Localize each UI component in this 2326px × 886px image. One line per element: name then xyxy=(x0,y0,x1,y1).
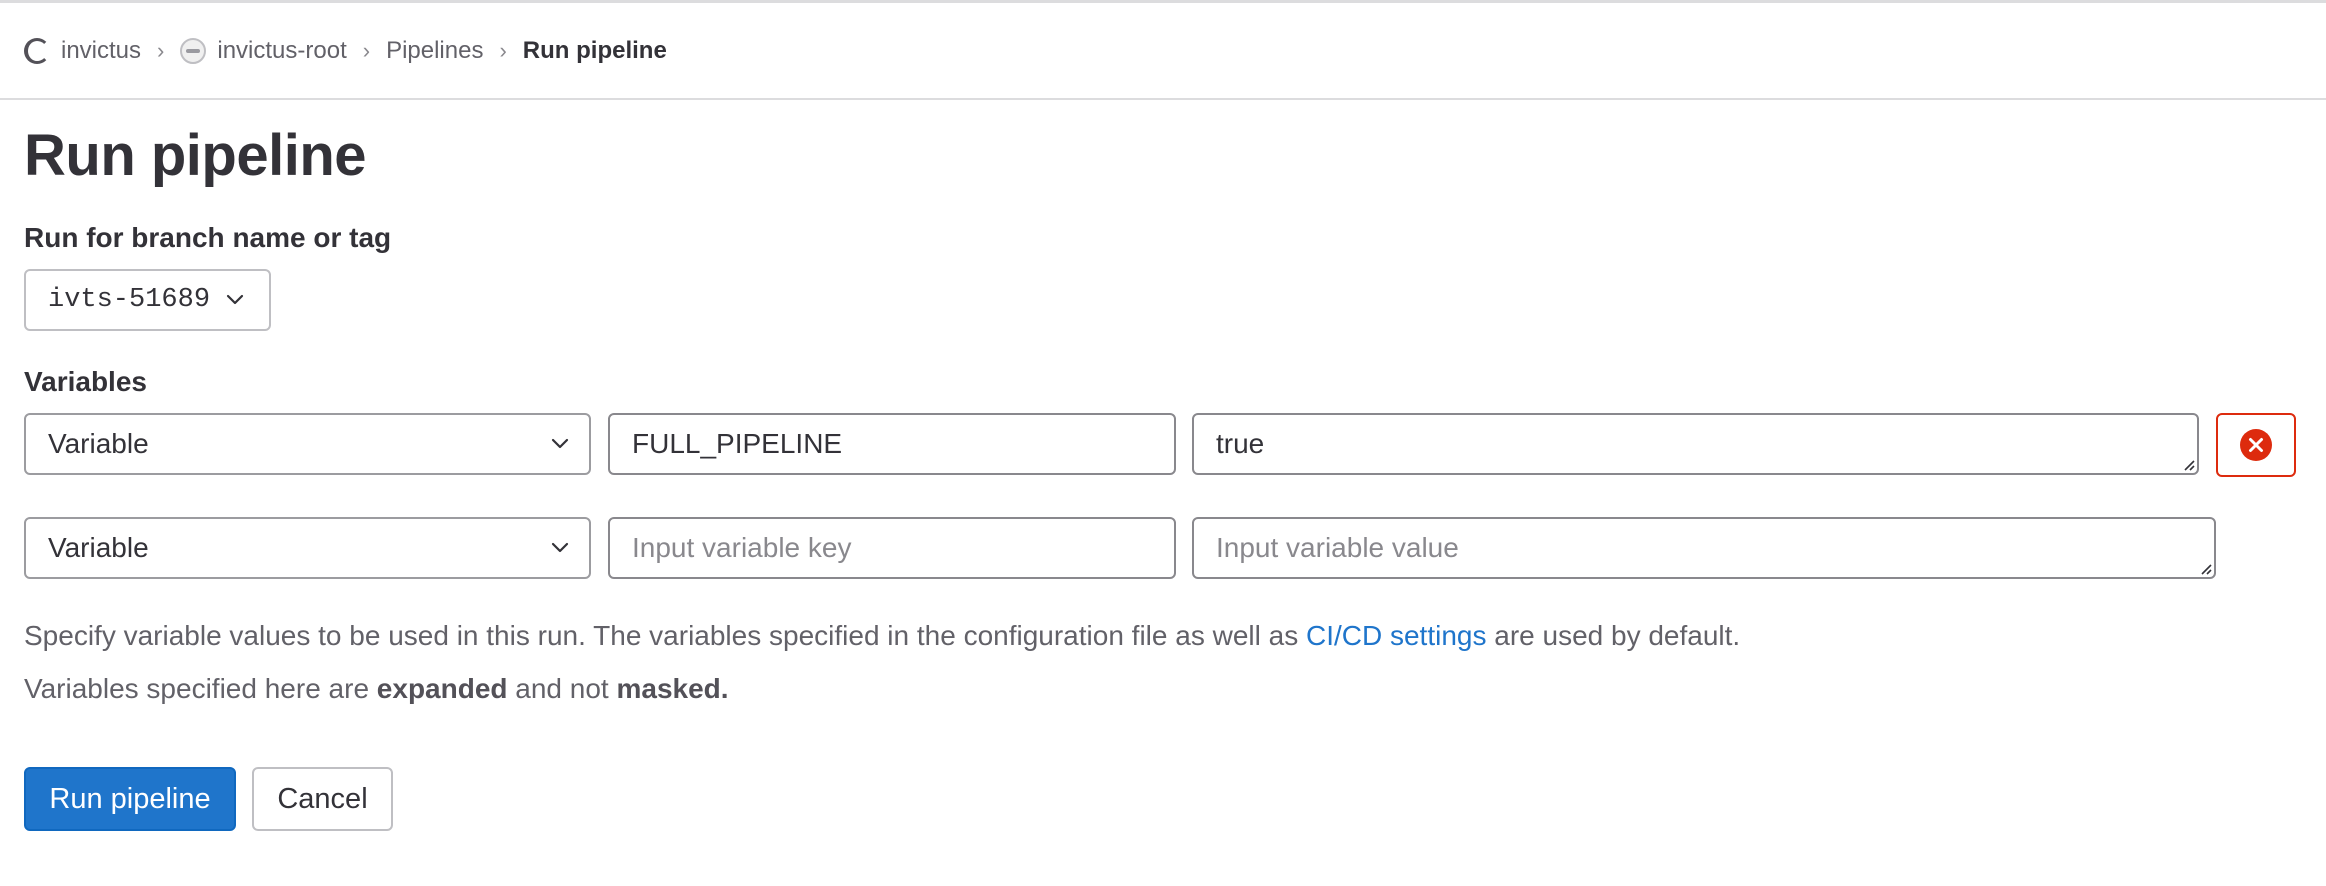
breadcrumb-item-run-pipeline[interactable]: Run pipeline xyxy=(523,37,667,65)
chevron-right-icon: › xyxy=(157,38,165,63)
breadcrumb-label: Pipelines xyxy=(386,37,484,64)
variable-key-input[interactable]: Input variable key xyxy=(608,517,1176,579)
cicd-settings-link[interactable]: CI/CD settings xyxy=(1306,620,1487,651)
resize-handle-icon[interactable] xyxy=(2198,561,2212,575)
breadcrumb-item-pipelines[interactable]: Pipelines xyxy=(386,37,483,65)
help-text-line-1: Specify variable values to be used in th… xyxy=(24,620,1740,652)
chevron-right-icon: › xyxy=(499,38,507,63)
chevron-down-icon xyxy=(549,433,571,455)
breadcrumb-item-invictus[interactable]: invictus xyxy=(24,37,141,65)
help-text-line-2: Variables specified here are expanded an… xyxy=(24,673,729,705)
variable-type-value: Variable xyxy=(48,428,149,459)
variable-value-textarea[interactable]: true xyxy=(1192,413,2199,475)
page-title: Run pipeline xyxy=(24,123,367,188)
variable-key-input[interactable]: FULL_PIPELINE xyxy=(608,413,1176,475)
variables-label: Variables xyxy=(24,366,147,397)
chevron-down-icon xyxy=(226,285,244,315)
variable-key-value: FULL_PIPELINE xyxy=(632,428,843,459)
help-text: Variables specified here are xyxy=(24,673,377,704)
variable-key-placeholder: Input variable key xyxy=(632,532,852,563)
branch-selected-value: ivts-51689 xyxy=(48,285,211,315)
group-avatar-icon xyxy=(24,38,50,64)
variable-type-select[interactable]: Variable xyxy=(24,517,591,579)
cancel-button[interactable]: Cancel xyxy=(252,767,393,831)
branch-dropdown[interactable]: ivts-51689 xyxy=(24,269,271,331)
help-text: Specify variable values to be used in th… xyxy=(24,620,1306,651)
variable-value-placeholder: Input variable value xyxy=(1216,532,1459,563)
breadcrumb-label: Run pipeline xyxy=(522,37,667,64)
project-avatar-icon xyxy=(180,38,207,64)
breadcrumb: invictus › invictus-root › Pipelines › R… xyxy=(24,30,667,72)
help-emphasis: expanded xyxy=(376,673,508,704)
header-divider xyxy=(0,98,2326,100)
variable-type-select[interactable]: Variable xyxy=(24,413,591,475)
branch-label: Run for branch name or tag xyxy=(24,222,392,253)
remove-variable-button[interactable] xyxy=(2216,413,2296,477)
remove-icon xyxy=(2240,429,2272,461)
breadcrumb-label: invictus-root xyxy=(217,37,347,64)
variable-value-textarea[interactable]: Input variable value xyxy=(1192,517,2216,579)
run-pipeline-button[interactable]: Run pipeline xyxy=(24,767,236,831)
top-border xyxy=(0,0,2326,3)
breadcrumb-item-invictus-root[interactable]: invictus-root xyxy=(180,37,347,65)
variable-value-text: true xyxy=(1216,428,1265,459)
help-text: are used by default. xyxy=(1486,620,1741,651)
help-text: and not xyxy=(507,673,617,704)
help-emphasis: masked. xyxy=(616,673,729,704)
breadcrumb-label: invictus xyxy=(61,37,142,64)
chevron-down-icon xyxy=(549,537,571,559)
variable-type-value: Variable xyxy=(48,532,149,563)
resize-handle-icon[interactable] xyxy=(2181,457,2195,471)
chevron-right-icon: › xyxy=(362,38,371,63)
